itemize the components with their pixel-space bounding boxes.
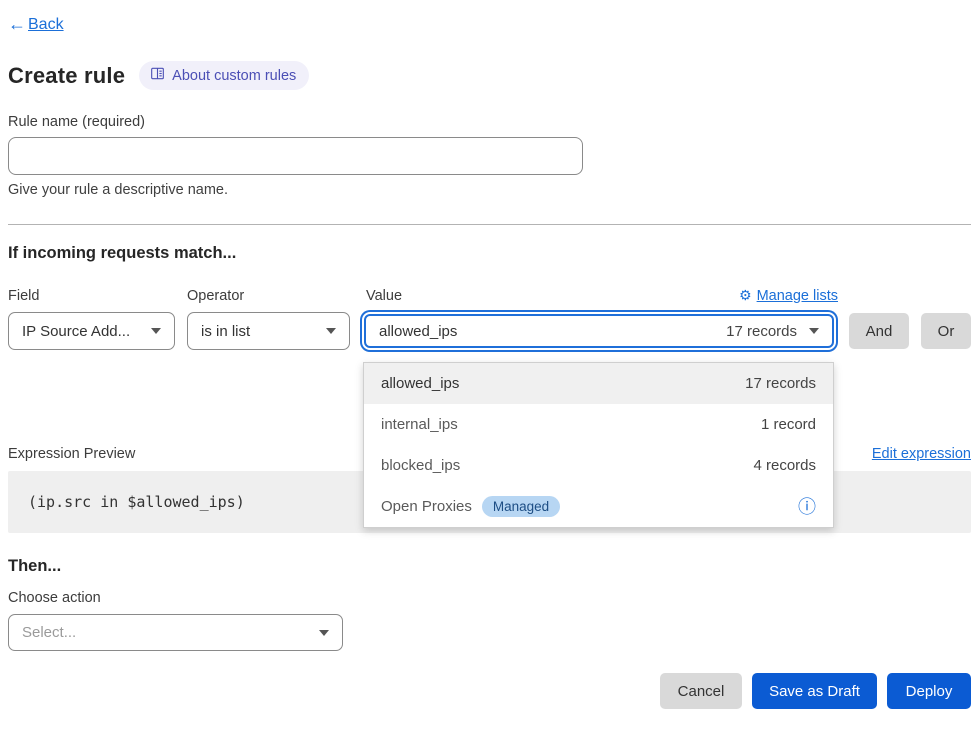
edit-expression-link[interactable]: Edit expression: [872, 446, 971, 462]
then-section-heading: Then...: [8, 557, 971, 576]
list-item-records: 4 records: [753, 457, 816, 474]
operator-select-value: is in list: [201, 323, 250, 340]
list-item-records: 1 record: [761, 416, 816, 433]
info-icon[interactable]: ⓘ: [798, 498, 816, 516]
rule-name-input[interactable]: [8, 137, 583, 175]
rule-name-helper: Give your rule a descriptive name.: [8, 182, 971, 198]
manage-lists-link[interactable]: ⚙ Manage lists: [739, 287, 838, 304]
book-icon: [150, 66, 165, 85]
page-title: Create rule: [8, 63, 125, 89]
create-rule-page: ← Back Create rule About custom rules Ru…: [0, 14, 979, 739]
field-select-value: IP Source Add...: [22, 323, 130, 340]
choose-action-label: Choose action: [8, 590, 971, 606]
about-custom-rules-link[interactable]: About custom rules: [139, 61, 309, 90]
gear-icon: ⚙: [739, 287, 752, 304]
value-select[interactable]: allowed_ips 17 records: [364, 314, 834, 348]
match-section-heading: If incoming requests match...: [8, 244, 971, 263]
field-select[interactable]: IP Source Add...: [8, 312, 175, 350]
back-row: ← Back: [8, 14, 971, 35]
action-select[interactable]: Select...: [8, 614, 343, 651]
rule-name-label: Rule name (required): [8, 114, 971, 130]
save-as-draft-button[interactable]: Save as Draft: [752, 673, 877, 709]
back-arrow-icon: ←: [8, 14, 26, 35]
value-select-wrap: allowed_ips 17 records: [360, 314, 838, 348]
footer-actions: Cancel Save as Draft Deploy: [8, 673, 971, 709]
match-labels-row: Field Operator Value ⚙ Manage lists: [8, 287, 971, 304]
back-link[interactable]: ← Back: [8, 14, 64, 35]
expression-code: (ip.src in $allowed_ips): [28, 493, 245, 511]
value-label: Value: [366, 288, 402, 304]
or-button[interactable]: Or: [921, 313, 971, 349]
list-item-name: blocked_ips: [381, 457, 460, 474]
list-item-name: Open Proxies: [381, 498, 472, 515]
about-custom-rules-label: About custom rules: [172, 68, 296, 84]
match-controls-row: IP Source Add... is in list allowed_ips …: [8, 312, 971, 350]
value-header: Value ⚙ Manage lists: [360, 287, 838, 304]
deploy-button[interactable]: Deploy: [887, 673, 971, 709]
dropdown-item-open-proxies[interactable]: Open Proxies Managed ⓘ: [364, 486, 833, 527]
value-select-value: allowed_ips: [379, 323, 457, 340]
dropdown-item-internal-ips[interactable]: internal_ips 1 record: [364, 404, 833, 445]
operator-select[interactable]: is in list: [187, 312, 350, 350]
dropdown-item-blocked-ips[interactable]: blocked_ips 4 records: [364, 445, 833, 486]
list-item-records: 17 records: [745, 375, 816, 392]
list-item-name: internal_ips: [381, 416, 458, 433]
value-select-records: 17 records: [726, 323, 797, 340]
chevron-down-icon: [151, 328, 161, 334]
expression-preview-label: Expression Preview: [8, 446, 135, 462]
chevron-down-icon: [319, 630, 329, 636]
list-item-name: allowed_ips: [381, 375, 459, 392]
chevron-down-icon: [809, 328, 819, 334]
back-label: Back: [28, 16, 64, 34]
and-button[interactable]: And: [849, 313, 909, 349]
action-select-placeholder: Select...: [22, 624, 76, 641]
cancel-button[interactable]: Cancel: [660, 673, 742, 709]
manage-lists-label: Manage lists: [757, 288, 838, 304]
value-dropdown-panel: allowed_ips 17 records internal_ips 1 re…: [363, 362, 834, 528]
title-row: Create rule About custom rules: [8, 61, 971, 90]
managed-badge: Managed: [482, 496, 560, 517]
field-label: Field: [8, 288, 187, 304]
dropdown-item-allowed-ips[interactable]: allowed_ips 17 records: [364, 363, 833, 404]
section-divider: [8, 224, 971, 225]
operator-label: Operator: [187, 288, 360, 304]
chevron-down-icon: [326, 328, 336, 334]
